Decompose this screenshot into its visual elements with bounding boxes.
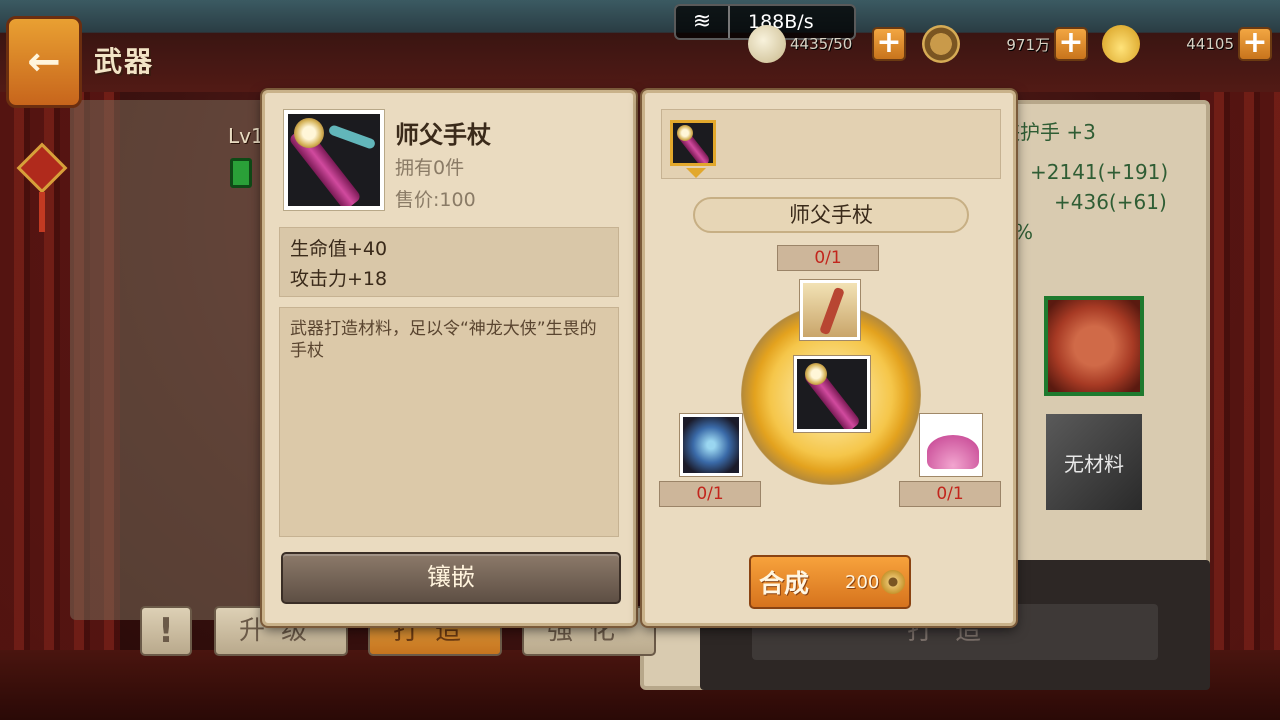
wifi-icon: ≋ <box>676 6 730 38</box>
target-slot[interactable] <box>793 355 871 433</box>
equip-stat-1: +2141(+191) <box>1030 160 1169 184</box>
synthesize-button[interactable]: 合成 200 <box>749 555 911 609</box>
material-count-top: 0/1 <box>777 245 879 271</box>
gem-icon <box>230 158 252 188</box>
equip-stat-2: +436(+61) <box>1054 190 1167 214</box>
synthesize-label: 合成 <box>759 569 810 598</box>
selected-caret-icon <box>686 168 706 178</box>
crystal-icon <box>683 417 739 473</box>
copper-coin-icon <box>881 570 906 594</box>
pink-mound-icon <box>927 435 979 469</box>
material-seal-icon[interactable] <box>1044 296 1144 396</box>
material-count-left: 0/1 <box>659 481 761 507</box>
stat-hp: 生命值+40 <box>290 238 388 260</box>
equip-percent: % <box>1014 220 1034 244</box>
coin-value: 971万 <box>1006 35 1050 54</box>
item-name: 师父手杖 <box>395 121 491 149</box>
ingot-value: 44105 <box>1186 35 1234 53</box>
target-name-banner: 师父手杖 <box>693 197 969 233</box>
item-description: 武器打造材料，足以令“神龙大侠”生畏的手杖 <box>290 319 597 361</box>
material-slot-left[interactable] <box>679 413 743 477</box>
scroll-icon <box>819 286 845 336</box>
no-material-slot[interactable]: 无材料 <box>1046 414 1142 510</box>
item-info-panel: 师父手杖 拥有0件 售价:100 生命值+40 攻击力+18 武器打造材料，足以… <box>262 90 636 626</box>
stamina-icon <box>748 25 786 63</box>
level-label: Lv1 <box>228 124 264 148</box>
item-thumbnail <box>283 109 385 211</box>
no-material-label: 无材料 <box>1064 451 1124 476</box>
material-slot-right[interactable] <box>919 413 983 477</box>
material-count-right: 0/1 <box>899 481 1001 507</box>
stat-attack: 攻击力+18 <box>290 268 388 290</box>
material-slot-top[interactable] <box>799 279 861 341</box>
gold-ingot-icon <box>1102 25 1140 63</box>
recipe-slot[interactable] <box>670 120 716 166</box>
ingot-resource: 44105 + <box>1102 25 1272 63</box>
add-coin-button[interactable]: + <box>1054 27 1088 61</box>
stats-box: 生命值+40 攻击力+18 <box>279 227 619 297</box>
synthesize-cost: 200 <box>845 571 880 593</box>
description-box: 武器打造材料，足以令“神龙大侠”生畏的手杖 <box>279 307 619 537</box>
back-button[interactable]: ← <box>6 16 82 108</box>
stamina-value: 4435/50 <box>790 35 853 53</box>
add-stamina-button[interactable]: + <box>872 27 906 61</box>
stamina-resource: 4435/50 + <box>748 25 906 63</box>
top-bar <box>0 0 1280 92</box>
page-title: 武器 <box>94 45 155 78</box>
chinese-knot-icon <box>14 142 72 232</box>
recipe-strip <box>661 109 1001 179</box>
synthesis-panel: 师父手杖 0/1 0/1 0/1 合成 200 <box>642 90 1016 626</box>
alert-button[interactable]: ! <box>140 606 192 656</box>
back-arrow-icon: ← <box>27 39 61 85</box>
copper-coin-icon <box>922 25 960 63</box>
curtain-right <box>1200 0 1280 720</box>
add-ingot-button[interactable]: + <box>1238 27 1272 61</box>
coin-resource: 971万 + <box>922 25 1088 63</box>
inlay-button[interactable]: 镶嵌 <box>281 552 621 604</box>
item-price: 售价:100 <box>395 189 476 211</box>
item-owned: 拥有0件 <box>395 157 465 179</box>
